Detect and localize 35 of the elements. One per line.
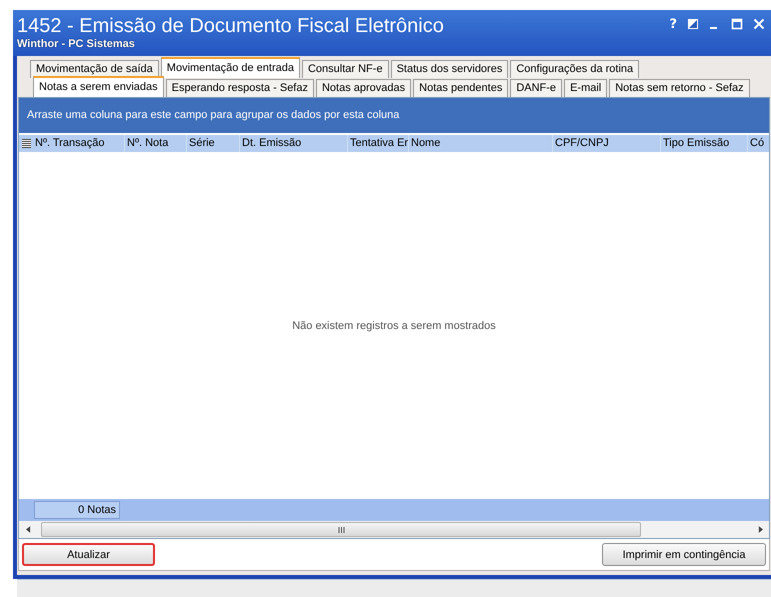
window-title: 1452 - Emissão de Documento Fiscal Eletrônico bbox=[17, 14, 444, 38]
column-chooser-icon[interactable] bbox=[22, 139, 31, 148]
window-subtitle: Winthor - PC Sistemas bbox=[17, 38, 136, 50]
tab[interactable]: DANF-e bbox=[510, 79, 562, 97]
column-header[interactable]: Nº. Transação bbox=[33, 135, 125, 152]
column-header[interactable]: Série bbox=[187, 135, 240, 152]
tab[interactable]: Notas aprovadas bbox=[316, 79, 412, 97]
tab[interactable]: Notas pendentes bbox=[413, 79, 508, 97]
column-header[interactable]: Nº. Nota bbox=[125, 135, 187, 152]
tab[interactable]: Consultar NF-e bbox=[302, 60, 389, 78]
record-count: 0 Notas bbox=[34, 501, 120, 520]
column-header[interactable]: CPF/CNPJ bbox=[553, 135, 661, 152]
grip-icon bbox=[338, 526, 344, 533]
horizontal-scrollbar[interactable] bbox=[19, 521, 769, 538]
tab[interactable]: Esperando resposta - Sefaz bbox=[166, 79, 314, 97]
group-by-panel: Arraste uma coluna para este campo para agrupar os dados por esta coluna bbox=[19, 98, 769, 133]
tab[interactable]: Movimentação de entrada bbox=[160, 57, 300, 78]
maximize-icon[interactable] bbox=[731, 18, 743, 30]
scroll-thumb[interactable] bbox=[41, 522, 641, 538]
tab[interactable]: Notas sem retorno - Sefaz bbox=[609, 79, 750, 97]
column-header[interactable]: Tipo Emissão bbox=[661, 135, 748, 152]
action-button[interactable]: Imprimir em contingência bbox=[602, 543, 766, 566]
tab[interactable]: Notas a serem enviadas bbox=[33, 76, 164, 97]
empty-message: Não existem registros a serem mostrados bbox=[292, 320, 496, 332]
column-header[interactable]: Tentativa Er bbox=[348, 135, 409, 152]
tab[interactable]: Status dos servidores bbox=[390, 60, 508, 78]
column-header[interactable]: Nome bbox=[409, 135, 553, 152]
tab[interactable]: E-mail bbox=[564, 79, 608, 97]
help-button[interactable]: ? bbox=[669, 18, 677, 32]
column-header[interactable]: Có bbox=[748, 135, 769, 152]
action-button[interactable]: Atualizar bbox=[22, 543, 155, 566]
restore-icon[interactable] bbox=[687, 18, 699, 30]
close-icon[interactable] bbox=[753, 18, 765, 30]
column-header[interactable]: Dt. Emissão bbox=[240, 135, 348, 152]
tab[interactable]: Configurações da rotina bbox=[510, 60, 640, 78]
